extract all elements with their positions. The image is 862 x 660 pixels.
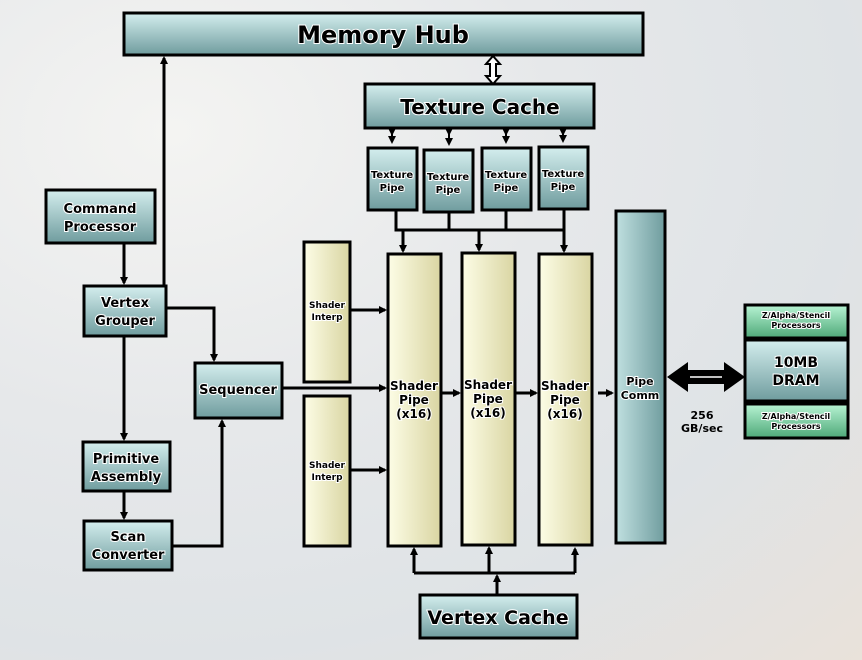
command-processor-label: Command [64, 202, 137, 217]
texture-pipe-label: Pipe [436, 185, 461, 196]
shader-pipe-label: Shader [390, 379, 438, 393]
tc-pipe-arrows [388, 128, 567, 146]
texture-pipe-label: Texture [427, 172, 470, 183]
primitive-assembly-label: Assembly [91, 470, 162, 485]
dram-label: 10MB [774, 355, 818, 371]
texture-pipe-label: Texture [485, 170, 528, 181]
bandwidth-label: 256 [691, 409, 714, 422]
shader-interp-label: Shader [309, 301, 346, 311]
dram-label: DRAM [772, 373, 819, 389]
shader-pipe-label: Shader [541, 379, 589, 393]
shader-pipe-label: (x16) [396, 407, 431, 421]
vertex-grouper-label: Grouper [95, 314, 155, 329]
shader-interp-label: Interp [311, 313, 343, 323]
shader-interp-block [302, 240, 352, 384]
shader-interp-block [302, 394, 352, 548]
memory-hub-label: Memory Hub [297, 21, 469, 49]
texture-cache-label: Texture Cache [400, 95, 559, 119]
sequencer-label: Sequencer [199, 383, 277, 398]
shader-pipe-label: Pipe [550, 393, 580, 407]
texture-pipe-label: Pipe [380, 183, 405, 194]
texture-pipe-label: Texture [371, 170, 414, 181]
command-processor-label: Processor [64, 220, 137, 235]
zalpha-label: Processors [771, 422, 820, 431]
shader-pipe-label: Pipe [473, 392, 503, 406]
arrow-scan-to-sequencer [172, 419, 226, 548]
zalpha-label: Processors [771, 321, 820, 330]
scan-converter-label: Scan [110, 530, 145, 545]
hub-texture-double-arrow [483, 54, 503, 86]
texture-pipe-label: Pipe [551, 182, 576, 193]
scan-converter-label: Converter [92, 548, 165, 563]
gpu-block-diagram: Memory Hub Texture Cache Texture Pipe Tex… [44, 11, 850, 640]
pipe-comm-label: Comm [621, 389, 660, 402]
texture-pipe-label: Pipe [494, 183, 519, 194]
shader-pipe-label: (x16) [470, 406, 505, 420]
texture-pipe-label: Texture [542, 169, 585, 180]
texture-bus [394, 209, 566, 232]
bandwidth-label: GB/sec [681, 422, 723, 435]
shader-pipe-label: Pipe [399, 393, 429, 407]
diagram: Memory Hub Texture Cache Texture Pipe Tex… [0, 0, 862, 660]
shader-pipe-label: Shader [464, 378, 512, 392]
shader-interp-label: Interp [311, 473, 343, 483]
vertex-grouper-label: Vertex [101, 296, 150, 311]
primitive-assembly-label: Primitive [93, 452, 160, 467]
arrow-grouper-to-sequencer [166, 306, 218, 362]
zalpha-label: Z/Alpha/Stencil [762, 412, 831, 421]
pipe-comm-label: Pipe [626, 375, 653, 388]
zalpha-label: Z/Alpha/Stencil [762, 311, 831, 320]
vertex-cache-label: Vertex Cache [427, 607, 568, 629]
shader-pipe-label: (x16) [547, 407, 582, 421]
zalpha-block-bottom [743, 402, 850, 440]
shader-interp-label: Shader [309, 461, 346, 471]
